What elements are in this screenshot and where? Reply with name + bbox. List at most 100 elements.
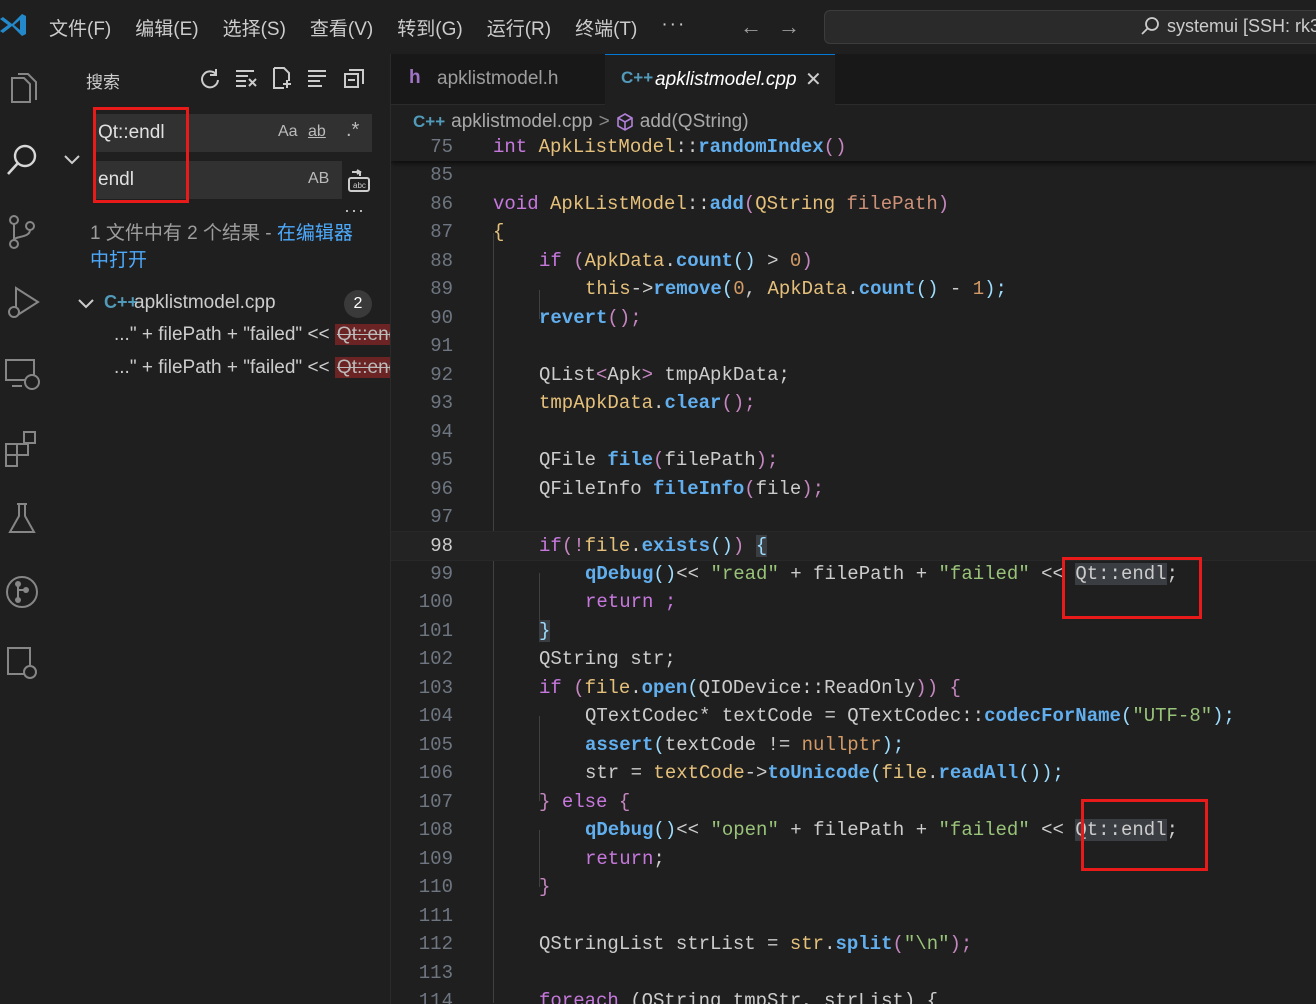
line-number: 108 <box>418 819 453 841</box>
code-line[interactable]: 95 QFile file(filePath); <box>391 446 1316 474</box>
annotation-box-line-108 <box>1081 799 1208 871</box>
line-number: 99 <box>430 563 453 585</box>
source-control-icon[interactable] <box>2 210 42 254</box>
code-line[interactable]: 110 } <box>391 873 1316 901</box>
cpp-file-icon: C++ <box>621 68 654 87</box>
breadcrumb-symbol[interactable]: add(QString) <box>640 111 749 133</box>
menu-go[interactable]: 转到(G) <box>385 14 474 41</box>
line-code: QFile file(filePath); <box>539 449 779 471</box>
run-debug-icon[interactable] <box>2 280 42 324</box>
code-line[interactable]: 88 if (ApkData.count() > 0) <box>391 247 1316 275</box>
code-line[interactable]: 93 tmpApkData.clear(); <box>391 389 1316 417</box>
remote-explorer-icon[interactable] <box>2 352 42 396</box>
code-line[interactable]: 103 if (file.open(QIODevice::ReadOnly)) … <box>391 674 1316 702</box>
command-center[interactable]: systemui [SSH: rk3588] <box>824 10 1316 44</box>
tab-apklistmodel-h[interactable]: h apklistmodel.h <box>391 54 606 104</box>
code-editor[interactable]: 75 int ApkListModel::randomIndex() 85 86… <box>391 136 1316 1004</box>
sidebar-actions <box>198 66 366 90</box>
line-code: assert(textCode != nullptr); <box>585 734 905 756</box>
line-code: if (ApkData.count() > 0) <box>539 250 813 272</box>
match-context: ..." + filePath + "failed" << <box>114 324 335 345</box>
code-line[interactable]: 111 <box>391 902 1316 930</box>
results-summary: 1 文件中有 2 个结果 - 在编辑器中打开 <box>90 220 370 274</box>
forward-arrow-icon[interactable]: → <box>778 14 800 40</box>
replace-all-icon[interactable]: abc <box>346 168 372 194</box>
code-line[interactable]: 112 QStringList strList = str.split("\n"… <box>391 930 1316 958</box>
search-match-row[interactable]: ..." + filePath + "failed" << Qt::endl; <box>114 357 390 387</box>
code-line[interactable]: 102 QString str; <box>391 645 1316 673</box>
code-line[interactable]: 87 { <box>391 218 1316 246</box>
line-code: QString str; <box>539 648 676 670</box>
activity-bar <box>0 54 46 1004</box>
code-line[interactable]: 104 QTextCodec* textCode = QTextCodec::c… <box>391 702 1316 730</box>
line-number: 113 <box>418 962 453 984</box>
code-line[interactable]: 85 <box>391 161 1316 189</box>
toggle-replace-chevron-icon[interactable] <box>62 150 82 170</box>
menu-run[interactable]: 运行(R) <box>475 14 563 41</box>
code-line[interactable]: 101 } <box>391 617 1316 645</box>
menu-view[interactable]: 查看(V) <box>298 14 385 41</box>
code-line[interactable]: 75 int ApkListModel::randomIndex() <box>391 136 1316 161</box>
menu-terminal[interactable]: 终端(T) <box>563 14 649 41</box>
code-line[interactable]: 86 void ApkListModel::add(QString filePa… <box>391 190 1316 218</box>
back-arrow-icon[interactable]: ← <box>740 14 762 40</box>
line-number: 110 <box>418 876 453 898</box>
line-number: 93 <box>430 392 453 414</box>
code-line[interactable]: 91 <box>391 332 1316 360</box>
preserve-case-toggle[interactable]: AB <box>308 170 329 188</box>
code-line[interactable]: 90 revert(); <box>391 304 1316 332</box>
collapse-all-icon[interactable] <box>342 66 366 90</box>
line-code: revert(); <box>539 307 642 329</box>
explorer-icon[interactable] <box>2 68 42 112</box>
view-as-tree-icon[interactable] <box>306 66 330 90</box>
menu-file[interactable]: 文件(F) <box>37 14 123 41</box>
new-search-editor-icon[interactable] <box>270 66 294 90</box>
line-number: 100 <box>418 591 453 613</box>
close-icon[interactable]: ✕ <box>805 67 822 92</box>
search-details-more-icon[interactable]: ··· <box>344 200 365 221</box>
search-sidebar: 搜索 Aa ab .* AB abc ··· 1 文件中有 2 个结果 - 在编… <box>46 54 391 1004</box>
menu-edit[interactable]: 编辑(E) <box>123 14 210 41</box>
code-line[interactable]: 114 foreach (QString tmpStr, strList) { <box>391 987 1316 1004</box>
match-context: ..." + filePath + "failed" << <box>114 357 335 378</box>
refresh-icon[interactable] <box>198 66 222 90</box>
clear-results-icon[interactable] <box>234 66 258 90</box>
search-match-row[interactable]: ..." + filePath + "failed" << Qt::endl; <box>114 324 390 354</box>
tab-apklistmodel-cpp[interactable]: C++ apklistmodel.cpp ✕ <box>605 54 835 105</box>
title-bar: 文件(F) 编辑(E) 选择(S) 查看(V) 转到(G) 运行(R) 终端(T… <box>0 0 1316 54</box>
line-number: 112 <box>418 933 453 955</box>
code-line[interactable]: 94 <box>391 418 1316 446</box>
line-code: } <box>539 620 551 642</box>
menu-more[interactable]: ··· <box>649 14 698 41</box>
line-number: 96 <box>430 478 453 500</box>
regex-toggle[interactable]: .* <box>346 119 359 142</box>
extensions-icon[interactable] <box>2 424 42 468</box>
code-line[interactable]: 97 <box>391 503 1316 531</box>
menu-selection[interactable]: 选择(S) <box>211 14 298 41</box>
line-number: 106 <box>418 762 453 784</box>
line-number: 98 <box>430 535 453 557</box>
menu-bar: 文件(F) 编辑(E) 选择(S) 查看(V) 转到(G) 运行(R) 终端(T… <box>37 14 698 41</box>
header-file-icon: h <box>409 67 421 88</box>
code-line[interactable]: 113 <box>391 959 1316 987</box>
breadcrumb-file[interactable]: apklistmodel.cpp <box>451 111 593 133</box>
code-line[interactable]: 106 str = textCode->toUnicode(file.readA… <box>391 759 1316 787</box>
chevron-down-icon[interactable] <box>76 294 96 314</box>
line-code: int ApkListModel::randomIndex() <box>493 136 847 158</box>
cmake-settings-icon[interactable] <box>2 640 42 684</box>
code-line[interactable]: 96 QFileInfo fileInfo(file); <box>391 475 1316 503</box>
search-activity-icon[interactable] <box>2 138 42 182</box>
code-line[interactable]: 105 assert(textCode != nullptr); <box>391 731 1316 759</box>
line-code: QTextCodec* textCode = QTextCodec::codec… <box>585 705 1235 727</box>
match-case-toggle[interactable]: Aa <box>278 123 298 141</box>
testing-flask-icon[interactable] <box>2 496 42 540</box>
code-line[interactable]: 89 this->remove(0, ApkData.count() - 1); <box>391 275 1316 303</box>
git-graph-icon[interactable] <box>2 568 42 612</box>
result-file-row[interactable]: C++ apklistmodel.cpp 2 <box>76 290 386 320</box>
line-number: 88 <box>430 250 453 272</box>
line-number: 101 <box>418 620 453 642</box>
match-whole-word-toggle[interactable]: ab <box>308 123 326 141</box>
vscode-logo-icon[interactable] <box>0 10 26 40</box>
line-code: QFileInfo fileInfo(file); <box>539 478 825 500</box>
code-line[interactable]: 92 QList<Apk> tmpApkData; <box>391 361 1316 389</box>
